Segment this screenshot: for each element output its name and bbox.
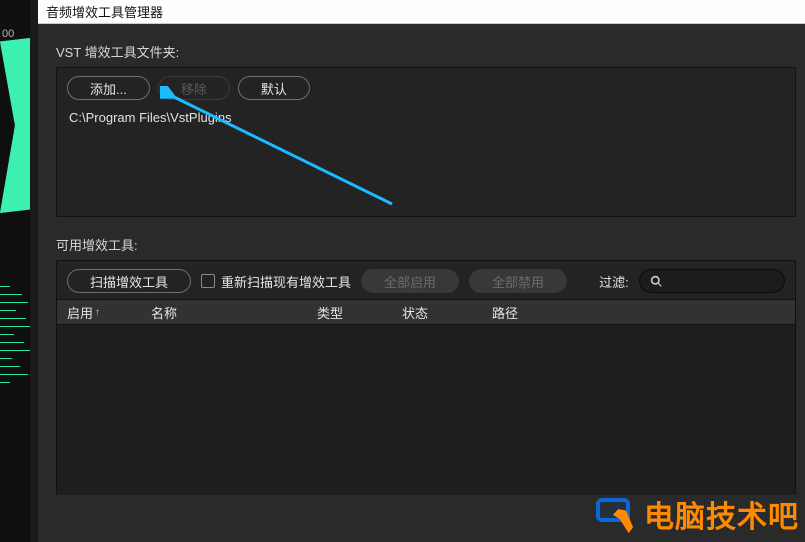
rescan-checkbox-label: 重新扫描现有增效工具 <box>221 272 351 291</box>
scan-plugins-button[interactable]: 扫描增效工具 <box>67 269 191 293</box>
dialog-title: 音频增效工具管理器 <box>46 2 163 21</box>
search-icon <box>650 275 663 288</box>
column-status[interactable]: 状态 <box>402 303 492 322</box>
filter-search-box[interactable] <box>639 269 785 293</box>
filter-search-input[interactable] <box>669 274 774 288</box>
plugins-table-header: 启用 ↑ 名称 类型 状态 路径 <box>57 299 795 325</box>
disable-all-button: 全部禁用 <box>469 269 567 293</box>
vst-folders-label: VST 增效工具文件夹: <box>56 42 805 61</box>
sort-ascending-icon: ↑ <box>95 307 100 318</box>
vst-folders-buttons: 添加... 移除 默认 <box>57 68 795 106</box>
default-folder-button[interactable]: 默认 <box>238 76 310 100</box>
watermark: 电脑技术吧 <box>594 492 799 536</box>
vst-folders-panel: 添加... 移除 默认 C:\Program Files\VstPlugins <box>56 67 796 217</box>
column-name[interactable]: 名称 <box>147 303 317 322</box>
column-type[interactable]: 类型 <box>317 303 402 322</box>
column-enable[interactable]: 启用 ↑ <box>57 303 147 322</box>
waveform-upper <box>0 38 30 213</box>
watermark-logo-icon <box>594 496 636 532</box>
plugins-toolbar: 扫描增效工具 重新扫描现有增效工具 全部启用 全部禁用 过滤: <box>57 261 795 299</box>
timeline-label: 00 <box>2 28 14 40</box>
available-plugins-panel: 扫描增效工具 重新扫描现有增效工具 全部启用 全部禁用 过滤: 启用 ↑ 名称 … <box>56 260 796 495</box>
plugins-table-body <box>57 325 795 495</box>
add-folder-button[interactable]: 添加... <box>67 76 150 100</box>
watermark-text: 电脑技术吧 <box>644 492 799 536</box>
remove-folder-button: 移除 <box>158 76 230 100</box>
rescan-checkbox[interactable]: 重新扫描现有增效工具 <box>201 272 351 291</box>
column-path[interactable]: 路径 <box>492 303 795 322</box>
waveform-lower <box>0 280 30 460</box>
checkbox-box-icon <box>201 274 215 288</box>
enable-all-button: 全部启用 <box>361 269 459 293</box>
filter-label: 过滤: <box>599 272 629 291</box>
dialog-title-bar: 音频增效工具管理器 <box>38 0 805 24</box>
dialog-body: VST 增效工具文件夹: 添加... 移除 默认 C:\Program File… <box>38 24 805 542</box>
folder-path-item[interactable]: C:\Program Files\VstPlugins <box>57 106 795 129</box>
available-plugins-label: 可用增效工具: <box>56 235 805 254</box>
waveform-sidebar: 00 <box>0 0 30 542</box>
